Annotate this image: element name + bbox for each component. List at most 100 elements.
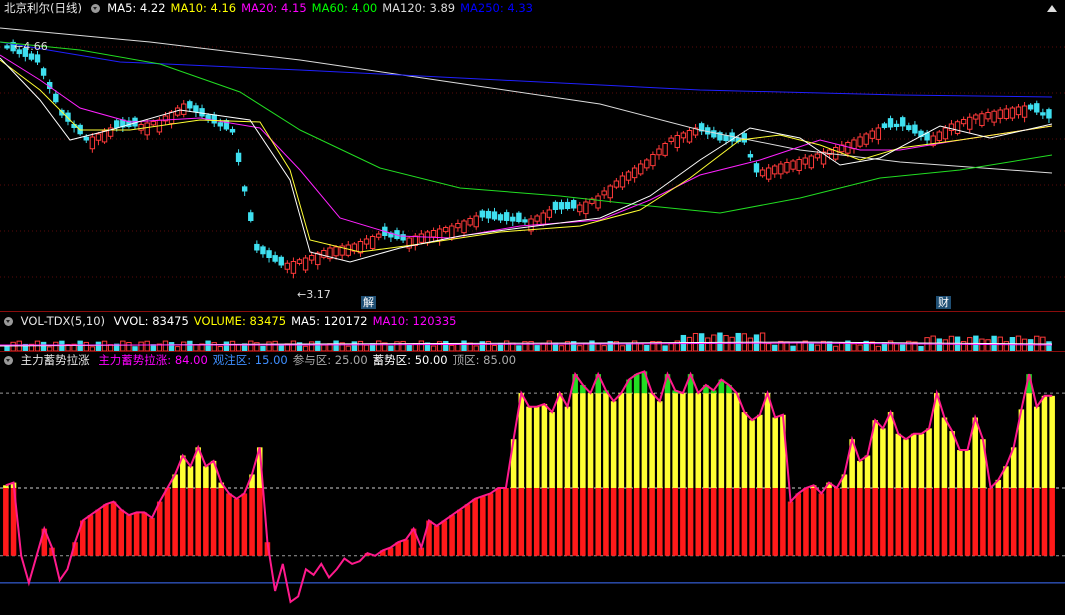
candle-body (619, 175, 626, 188)
bar-yellow (741, 412, 748, 488)
bar-yellow (203, 466, 209, 488)
candle-body (290, 261, 297, 274)
volume-bar (181, 341, 187, 351)
bar-red (672, 488, 678, 556)
bar-red (187, 488, 194, 556)
candle-body (473, 215, 479, 228)
bar-red (787, 501, 794, 556)
volume-bar (351, 341, 358, 351)
candle-body (790, 160, 796, 170)
candle-body (284, 262, 291, 270)
candle-body (430, 230, 437, 238)
bar-yellow (918, 433, 925, 488)
candle-body (954, 121, 961, 134)
candle-body (53, 93, 59, 103)
settings-dropdown-icon[interactable] (4, 356, 13, 365)
candle-body (308, 255, 315, 261)
bar-yellow (903, 439, 909, 488)
volume-bar (443, 340, 449, 351)
candle-body (168, 111, 175, 124)
candle-body (266, 250, 272, 259)
volume-bar (211, 342, 217, 351)
bar-yellow (895, 433, 902, 488)
volume-bar (589, 340, 595, 351)
ma120-line (0, 27, 1053, 174)
candle-body (912, 124, 918, 134)
bar-yellow (1033, 406, 1040, 488)
candle-body (89, 136, 96, 150)
bar-yellow (933, 393, 940, 488)
candle-body (534, 215, 540, 222)
arrow-left-icon: ← (297, 288, 307, 301)
bar-red (164, 488, 171, 556)
candle-body (302, 257, 309, 271)
candle-body (668, 137, 674, 142)
bar-red (103, 504, 109, 556)
volume-bar (765, 343, 772, 351)
bar-yellow (610, 401, 617, 488)
bar-red (495, 488, 501, 556)
bar-red (233, 498, 240, 556)
volume-bar (942, 339, 949, 351)
volume-bar (77, 340, 83, 351)
bar-red (203, 488, 209, 556)
candle-body (607, 185, 613, 199)
candle-body (1027, 104, 1034, 110)
candle-body (778, 163, 784, 175)
candle-body (680, 132, 687, 139)
bar-yellow (880, 428, 886, 488)
candlestick-chart[interactable] (0, 0, 1065, 312)
indicator-panel[interactable]: 主力蓄势拉涨 主力蓄势拉涨: 84.00 观注区: 15.00 参与区: 25.00… (0, 352, 1065, 615)
settings-dropdown-icon[interactable] (4, 317, 13, 326)
volume-bar (1046, 341, 1052, 351)
candle-body (199, 108, 205, 117)
candle-body (1034, 103, 1040, 113)
bar-red (549, 488, 555, 556)
candle-body (187, 101, 193, 109)
bar-red (241, 493, 248, 556)
volume-bar (503, 340, 510, 351)
volume-legend-item: MA10: 120335 (372, 314, 457, 328)
bar-yellow (672, 393, 678, 488)
expand-up-icon[interactable] (1047, 5, 1057, 12)
bar-yellow (726, 393, 732, 488)
indicator-legend-item: 参与区: 25.00 (292, 353, 368, 367)
price-panel[interactable]: 北京利尔(日线) MA5: 4.22 MA10: 4.16 MA20: 4.15 MA… (0, 0, 1065, 312)
high-price-label: ←4.66 (14, 41, 48, 53)
bar-yellow (633, 393, 640, 488)
event-marker-jie[interactable]: 解 (361, 296, 376, 309)
volume-bar (936, 338, 942, 351)
bar-red (533, 488, 540, 556)
candle-body (686, 130, 693, 143)
volume-bar (144, 340, 150, 351)
candle-body (546, 209, 553, 218)
bar-red (595, 488, 602, 556)
candle-body (95, 133, 102, 141)
event-marker-cai[interactable]: 财 (936, 296, 951, 309)
volume-bar (168, 342, 175, 351)
high-price-value: 4.66 (23, 40, 48, 53)
candle-body (479, 210, 486, 218)
volume-bar (851, 343, 857, 351)
candle-body (138, 124, 144, 131)
candle-body (808, 155, 815, 169)
volume-title: VOL-TDX(5,10) (20, 314, 106, 328)
candle-body (235, 152, 242, 163)
bar-red (841, 488, 848, 556)
bar-yellow (718, 393, 725, 488)
candle-body (83, 136, 89, 141)
candle-body (28, 53, 35, 60)
bar-green (633, 374, 640, 394)
indicator-chart[interactable] (0, 352, 1065, 615)
bar-yellow (572, 393, 578, 488)
bar-red (118, 509, 125, 556)
candle-body (875, 127, 882, 140)
volume-panel[interactable]: VOL-TDX(5,10) VVOL: 83475 VOLUME: 83475 MA… (0, 313, 1065, 351)
settings-dropdown-icon[interactable] (90, 4, 100, 13)
bar-yellow (710, 393, 717, 488)
bar-red (1041, 488, 1048, 556)
candle-body (211, 114, 217, 124)
ma20-line (0, 54, 1053, 239)
bar-yellow (957, 450, 963, 488)
volume-bar (187, 340, 193, 351)
